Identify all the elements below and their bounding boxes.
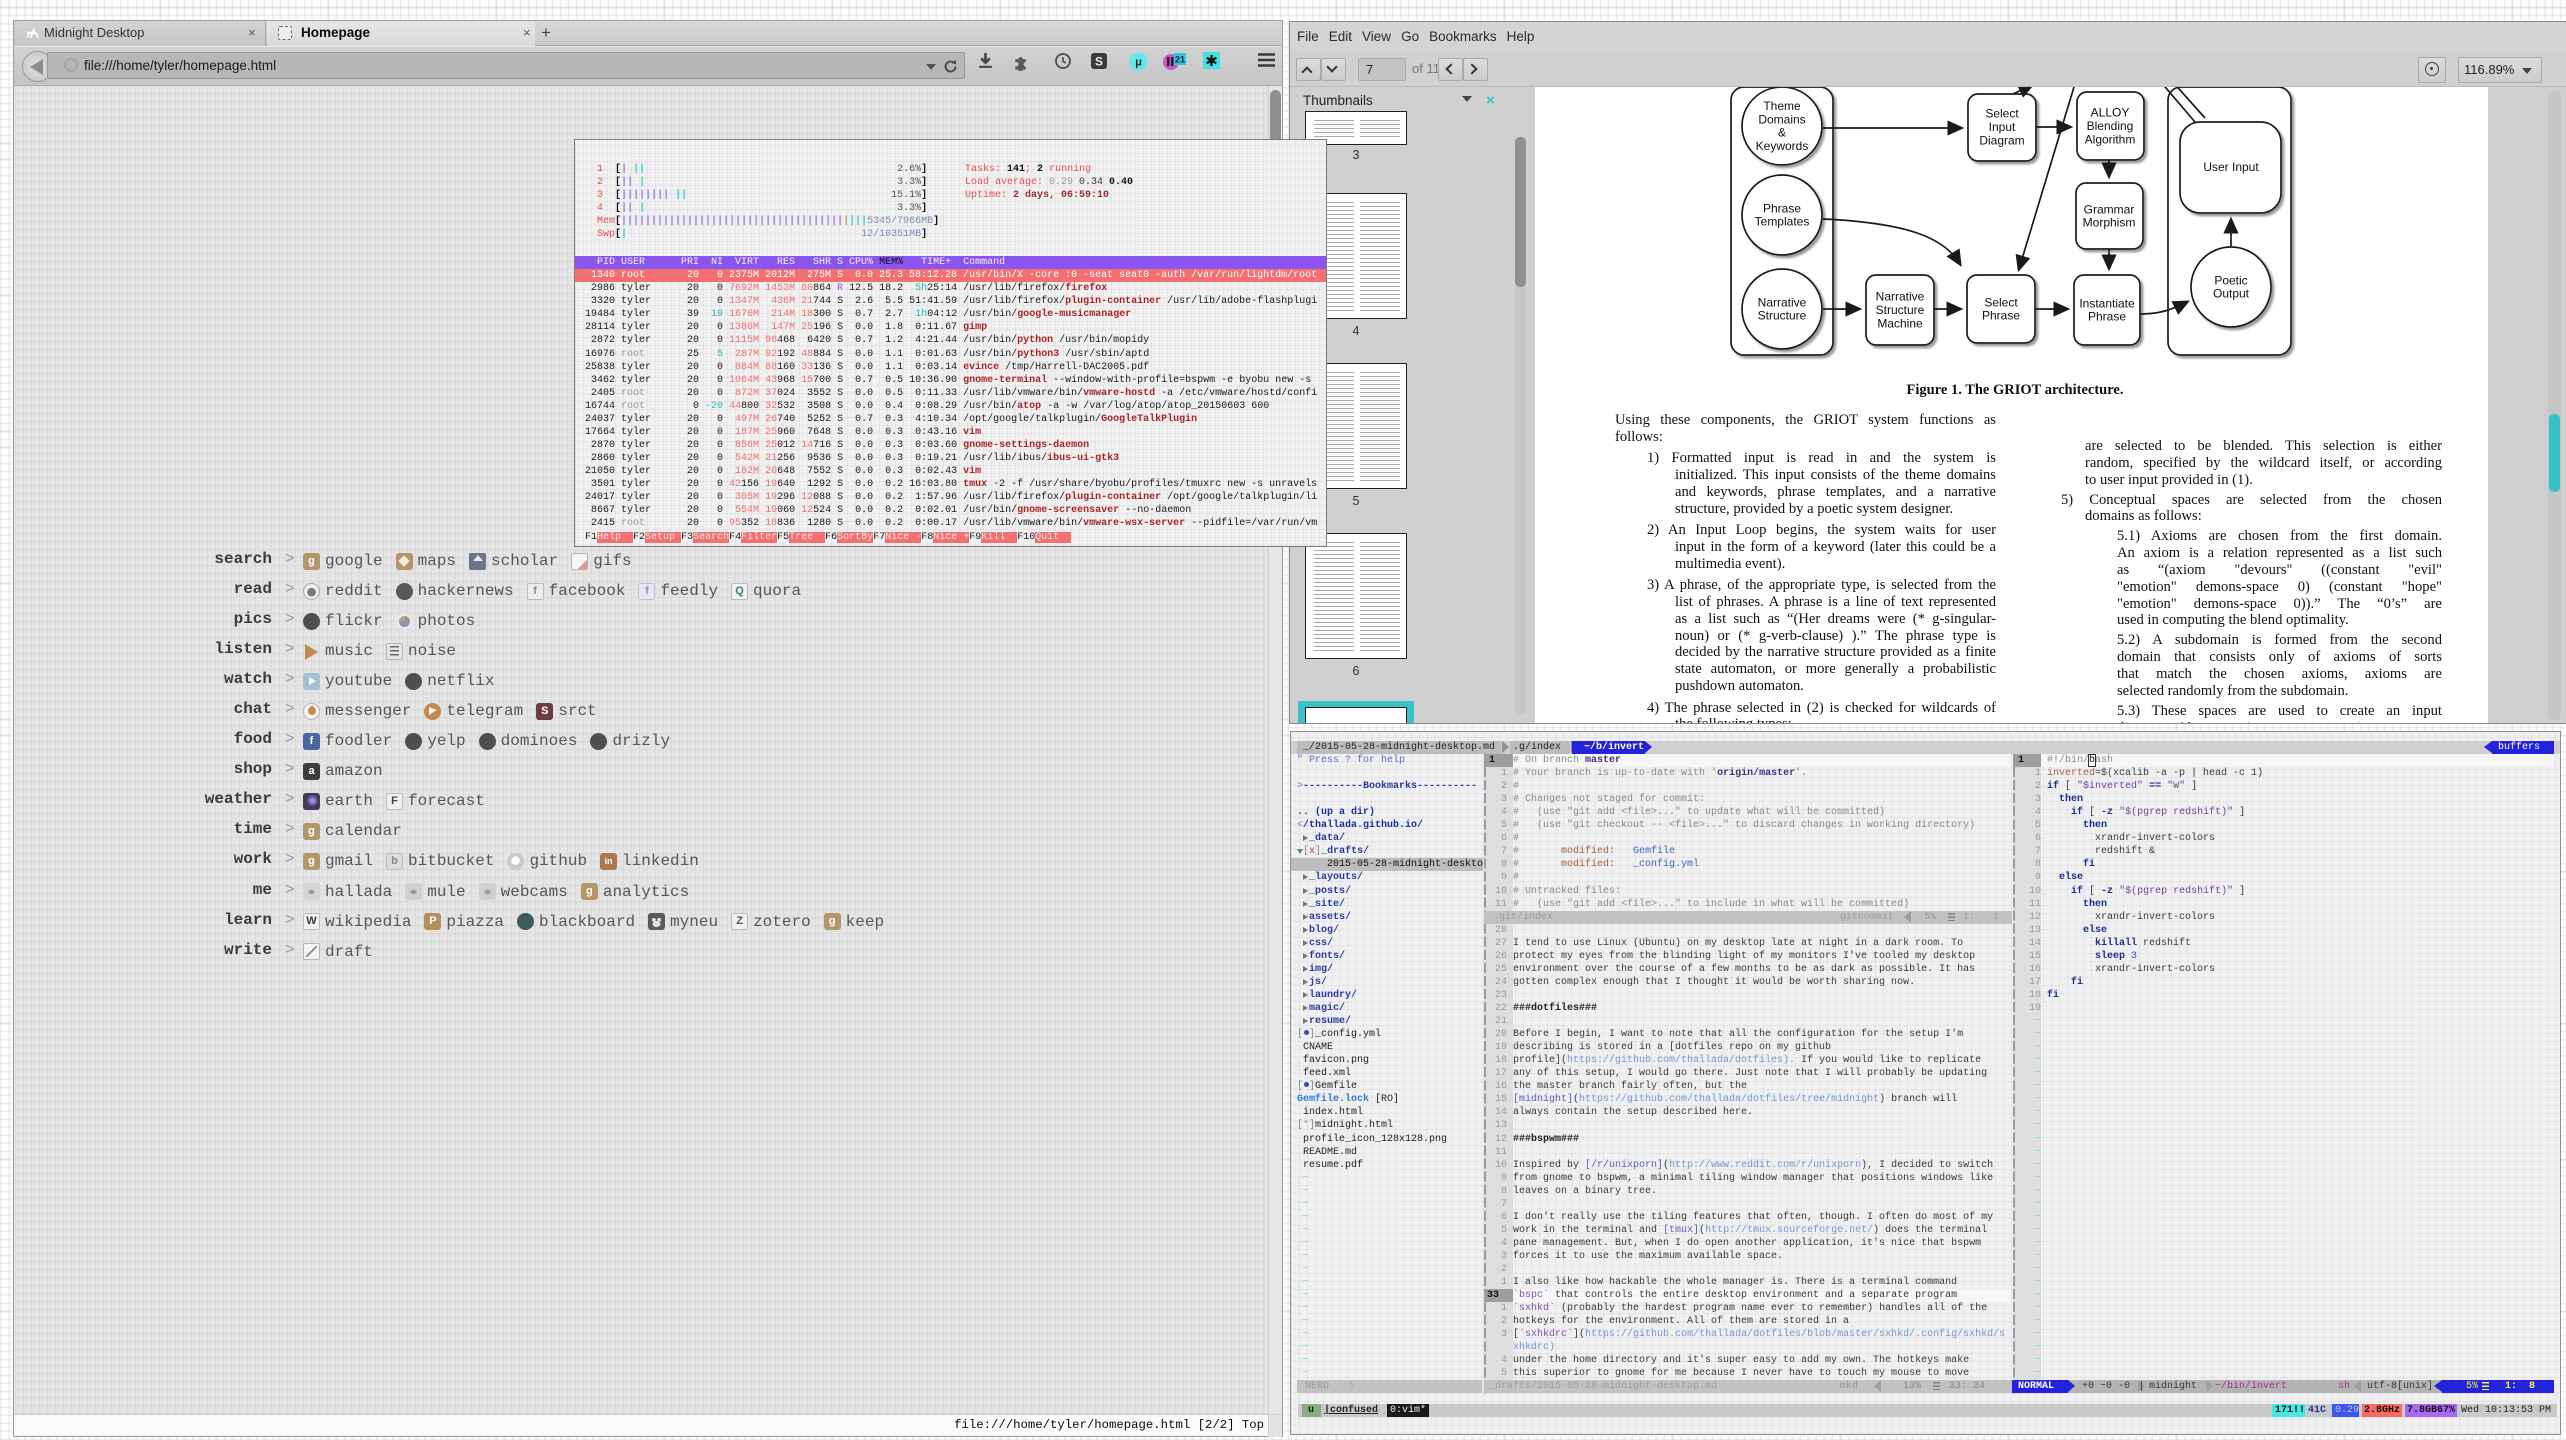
svg-text:&: & [1778,126,1786,140]
svg-text:Input: Input [1989,120,2016,134]
svg-text:Diagram: Diagram [1979,133,2024,147]
svg-text:Phrase: Phrase [1763,201,1801,215]
svg-text:Narrative: Narrative [1876,290,1925,304]
svg-text:Blending: Blending [2087,119,2134,133]
svg-text:Structure: Structure [1876,303,1925,317]
svg-text:S: S [1095,55,1103,69]
svg-text:Domains: Domains [1758,112,1805,126]
svg-text:μ: μ [1135,58,1142,70]
svg-text:Poetic: Poetic [2214,273,2247,287]
svg-text:21: 21 [1175,55,1185,65]
svg-text:User Input: User Input [2203,160,2259,174]
svg-text:Select: Select [1985,107,2019,121]
svg-text:Templates: Templates [1755,215,1810,229]
svg-text:Keywords: Keywords [1756,139,1809,153]
svg-text:Instantiate: Instantiate [2079,296,2135,310]
svg-text:Theme: Theme [1763,99,1801,113]
svg-text:Phrase: Phrase [2088,310,2126,324]
svg-text:Narrative: Narrative [1758,295,1807,309]
svg-text:Algorithm: Algorithm [2085,132,2136,146]
svg-text:Phrase: Phrase [1982,309,2020,323]
svg-text:Grammar: Grammar [2084,202,2135,216]
svg-text:Machine: Machine [1877,316,1923,330]
svg-text:Select: Select [1984,295,2018,309]
svg-text:Morphism: Morphism [2083,216,2136,230]
svg-text:ALLOY: ALLOY [2091,106,2130,120]
svg-text:Output: Output [2213,287,2250,301]
svg-text:Structure: Structure [1758,309,1807,323]
